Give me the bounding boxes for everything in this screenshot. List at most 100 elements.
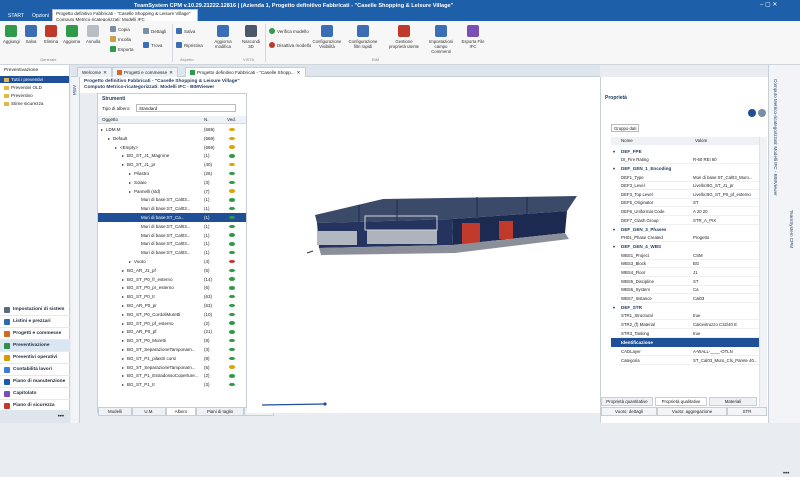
bim-viewer[interactable] <box>247 93 600 413</box>
tools-tab[interactable]: Piani di taglio <box>196 407 244 416</box>
expand-chevron-icon[interactable]: ▸ <box>122 285 124 290</box>
tab-opzioni[interactable]: Opzioni <box>26 11 55 21</box>
property-row[interactable]: STR2_(f) Material Calcestruzzo C32/40 E <box>619 321 759 329</box>
eye-icon[interactable] <box>229 233 235 237</box>
expand-chevron-icon[interactable]: ▸ <box>129 259 131 264</box>
property-row[interactable]: WBS5_Discipline ST <box>619 278 759 286</box>
close-icon[interactable] <box>748 109 756 117</box>
tree-row[interactable]: ▸ Pilastro (26) <box>98 169 246 178</box>
navigator-strip[interactable]: Attivi <box>71 77 80 423</box>
expand-chevron-icon[interactable]: ▸ <box>122 162 124 167</box>
eye-icon[interactable] <box>229 171 235 176</box>
property-row[interactable]: Categoria ST_Cal03_Muro_Cls_Parete 40... <box>619 357 759 365</box>
tree-row[interactable]: ▸ BG_AR_J1_pf (5) <box>98 266 246 275</box>
undo-button[interactable]: Annulla <box>86 25 100 44</box>
tree-row[interactable]: ▸ BG_ST_P0_Muretti (8) <box>98 336 246 345</box>
tree-row[interactable]: ▸ Default (669) <box>98 134 246 143</box>
eye-icon[interactable] <box>229 294 235 299</box>
eye-icon[interactable] <box>229 286 235 290</box>
expand-chevron-icon[interactable]: ▸ <box>122 277 124 282</box>
property-row[interactable]: STR3_Tanking true <box>619 330 759 338</box>
data-group-button[interactable]: Gruppo dati <box>611 124 639 132</box>
nav-item[interactable]: Capitolato <box>0 388 70 400</box>
dock-label-viewer[interactable]: Computo Metrico-ricategorizzati: Modelli… <box>773 79 778 196</box>
delete-button[interactable]: Elimina <box>44 25 58 44</box>
restore-button[interactable]: Ripristina <box>176 42 203 48</box>
expand-chevron-icon[interactable]: ▸ <box>129 180 131 185</box>
user-properties-button[interactable]: Gestione proprietà utente <box>388 25 420 49</box>
expand-chevron-icon[interactable]: ▸ <box>122 321 124 326</box>
quick-filters-button[interactable]: Configurazione filtri rapidi <box>348 25 378 49</box>
details-button[interactable]: Dettagli <box>143 28 166 34</box>
expand-chevron-icon[interactable]: ▸ <box>122 329 124 334</box>
expand-chevron-icon[interactable]: ▸ <box>129 171 131 176</box>
property-row[interactable]: DEF7_Clash Group STR_A_PIX <box>619 217 759 225</box>
eye-icon[interactable] <box>229 242 235 246</box>
nav-item[interactable]: Progetti e commesse <box>0 328 70 340</box>
property-row[interactable]: DI_Fire Rating R-60 REI 60 <box>619 156 759 164</box>
tree-item-old[interactable]: Preventivi OLD <box>4 85 42 90</box>
save-button[interactable]: Salva <box>25 25 37 44</box>
eye-icon[interactable] <box>229 224 235 229</box>
expand-chevron-icon[interactable]: ▸ <box>101 127 103 132</box>
eye-icon[interactable] <box>229 259 235 264</box>
tree-item-preventivo[interactable]: Preventivo <box>4 93 33 98</box>
dock-more[interactable]: ••• <box>783 471 789 477</box>
eye-icon[interactable] <box>229 215 235 220</box>
expand-chevron-icon[interactable]: ▸ <box>122 312 124 317</box>
eye-icon[interactable] <box>229 206 235 211</box>
tree-row[interactable]: Muri di base:ST_Cal03... (1) <box>98 248 246 257</box>
eye-icon[interactable] <box>229 180 235 185</box>
expand-chevron-icon[interactable]: ▸ <box>122 347 124 352</box>
eye-icon[interactable] <box>229 250 235 255</box>
property-category[interactable]: ▾ DEF_GEN_3_Phases <box>611 225 759 233</box>
tree-row[interactable]: ▸ BG_AR_P0_pf (21) <box>98 327 246 336</box>
tree-row[interactable]: ▸ <Empty> (669) <box>98 143 246 152</box>
nav-item[interactable]: Preventivazione <box>0 340 70 352</box>
tree-row[interactable]: ▸ BG_ST_P0_pf_esterno (2) <box>98 319 246 328</box>
property-row[interactable]: DEF1_Type Muri di base:ST_Cal03_Muro... <box>619 174 759 182</box>
property-row[interactable]: DEF6_Uniformat Code A 20 20 <box>619 208 759 216</box>
building-3d-model[interactable] <box>247 93 600 413</box>
expand-chevron-icon[interactable]: ▸ <box>122 382 124 387</box>
add-button[interactable]: Aggiungi <box>3 25 20 44</box>
eye-icon[interactable] <box>229 189 235 193</box>
export-button[interactable]: Esporta <box>110 46 134 52</box>
eye-icon[interactable] <box>229 145 235 149</box>
tree-row[interactable]: ▸ LDM.M (669) <box>98 125 246 134</box>
tree-row[interactable]: ▸ Pannelli (std) (7) <box>98 187 246 196</box>
tree-row[interactable]: Muri di base:ST_Ca... (1) <box>98 213 246 222</box>
tab-welcome[interactable]: Welcome ✕ <box>77 67 112 77</box>
property-row[interactable]: DEF5_Originator ST <box>619 199 759 208</box>
expand-chevron-icon[interactable]: ▸ <box>122 365 124 370</box>
expand-chevron-icon[interactable]: ▸ <box>129 189 131 194</box>
eye-icon[interactable] <box>229 365 235 369</box>
visibility-config-button[interactable]: Configurazione Visibilità <box>312 25 342 49</box>
disable-model-button[interactable]: Disattiva modello <box>269 42 311 48</box>
property-category[interactable]: ▾ DEF_FPE <box>611 147 759 155</box>
property-row[interactable]: PH01_Phase Created Progetto <box>619 234 759 243</box>
expand-chevron-icon[interactable]: ▸ <box>122 153 124 158</box>
eye-icon[interactable] <box>229 303 235 308</box>
tab-progetti[interactable]: Progetti e commesse ✕ <box>112 67 179 77</box>
tree-row[interactable]: ▸ BG_AR_P0_pr (63) <box>98 301 246 310</box>
property-row[interactable]: WBS4_Floor J1 <box>619 269 759 277</box>
refresh-button[interactable]: Aggiorna <box>63 25 80 44</box>
eye-icon[interactable] <box>229 382 235 387</box>
property-row[interactable]: DEF3_Level Livello:BG_ST_J1_pr <box>619 182 759 191</box>
tools-tab[interactable]: Albero <box>166 407 196 416</box>
eye-icon[interactable] <box>229 356 235 361</box>
eye-icon[interactable] <box>229 162 235 167</box>
property-row[interactable]: CADLayer A-WALL-____-OTLN <box>619 348 759 357</box>
tree-row[interactable]: Muri di base:ST_Cal03... (1) <box>98 204 246 213</box>
copy-button[interactable]: Copia <box>110 26 130 32</box>
nav-item[interactable]: Preventivi operativi <box>0 352 70 364</box>
expand-chevron-icon[interactable]: ▸ <box>115 145 117 150</box>
property-category[interactable]: ▾ DEF_GEN_4_WBS <box>611 243 759 251</box>
tree-row[interactable]: ▸ BG_ST_P1_EstradossoCoperture... (2) <box>98 371 246 380</box>
eye-icon[interactable] <box>229 268 235 273</box>
nav-item[interactable]: Listini e prezzari <box>0 316 70 328</box>
property-row[interactable]: STR1_Structural true <box>619 312 759 321</box>
find-button[interactable]: Trova <box>143 42 162 48</box>
expand-chevron-icon[interactable]: ▸ <box>122 268 124 273</box>
